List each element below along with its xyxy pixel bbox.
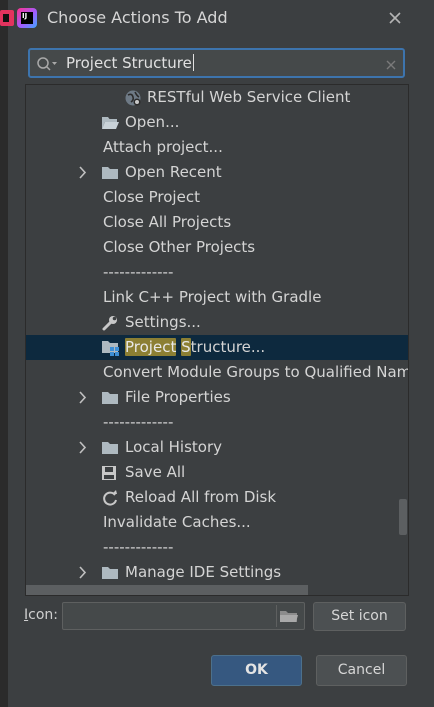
- tree-row-label: Convert Module Groups to Qualified Name: [103, 363, 409, 381]
- tree-row[interactable]: Open...: [26, 110, 408, 135]
- folder-open-icon: [101, 114, 119, 131]
- tree-row[interactable]: Invalidate Caches...: [26, 510, 408, 535]
- search-box[interactable]: Project Structure: [28, 48, 405, 78]
- tree-row-label: -------------: [103, 413, 174, 431]
- wrench-icon: [101, 314, 119, 331]
- tree-row[interactable]: Link C++ Project with Gradle: [26, 285, 408, 310]
- close-icon[interactable]: [385, 8, 405, 28]
- project-structure-icon: [101, 339, 119, 356]
- tree-row[interactable]: Attach project...: [26, 135, 408, 160]
- icon-label: Icon:: [24, 607, 58, 623]
- tree-row[interactable]: Project Structure...: [26, 335, 408, 360]
- tree-row[interactable]: Open Recent: [26, 160, 408, 185]
- tree-row-label: Manage IDE Settings: [125, 563, 282, 581]
- tree-row[interactable]: Close Other Projects: [26, 235, 408, 260]
- tree-row-label: Reload All from Disk: [125, 488, 277, 506]
- title-bar: IJ Choose Actions To Add: [0, 0, 434, 36]
- folder-icon: [101, 164, 119, 181]
- tree-row-label: Close Project: [103, 188, 200, 206]
- tree-row-label: Save All: [125, 463, 186, 481]
- choose-actions-dialog: IJ Choose Actions To Add Project Structu…: [0, 0, 434, 707]
- folder-icon: [101, 564, 119, 581]
- chevron-right-icon[interactable]: [78, 160, 90, 193]
- tree-row-label: Close All Projects: [103, 213, 232, 231]
- search-query: Project Structure: [66, 54, 192, 72]
- tree-row[interactable]: RESTful Web Service Client: [26, 85, 408, 110]
- tree-row-label: File Properties: [125, 388, 231, 406]
- tree-row-label: Local History: [125, 438, 223, 456]
- tree-row[interactable]: -------------: [26, 260, 408, 285]
- icon-label-rest: con:: [28, 607, 58, 623]
- field-separator: [276, 605, 277, 627]
- icon-path-field[interactable]: [62, 602, 305, 630]
- tree-row[interactable]: -------------: [26, 535, 408, 560]
- background-window-edge: [0, 0, 8, 707]
- ok-button[interactable]: OK: [211, 655, 302, 686]
- save-icon: [101, 464, 119, 481]
- tree-row-label: -------------: [103, 263, 174, 281]
- clear-search-icon[interactable]: [384, 57, 398, 71]
- tree-row-label: Link C++ Project with Gradle: [103, 288, 322, 306]
- tree-row-label: RESTful Web Service Client: [147, 88, 351, 106]
- actions-tree[interactable]: New Projects SettingsManage IDE Settings…: [25, 84, 409, 596]
- chevron-right-icon[interactable]: [78, 385, 90, 418]
- tree-row-label: Close Other Projects: [103, 238, 256, 256]
- set-icon-button[interactable]: Set icon: [313, 602, 406, 631]
- folder-icon: [101, 439, 119, 456]
- vertical-scrollbar[interactable]: [399, 499, 407, 535]
- tree-row[interactable]: Close All Projects: [26, 210, 408, 235]
- tree-row-label: Open...: [125, 113, 180, 131]
- search-input[interactable]: Project Structure: [66, 54, 366, 72]
- tree-row-label: Attach project...: [103, 138, 223, 156]
- intellij-logo-icon: IJ: [17, 8, 37, 28]
- browse-folder-icon[interactable]: [279, 607, 299, 625]
- tree-row-label: -------------: [103, 538, 174, 556]
- chevron-right-icon[interactable]: [78, 435, 90, 468]
- tree-row-label: Settings...: [125, 313, 201, 331]
- tree-row[interactable]: Reload All from Disk: [26, 485, 408, 510]
- tree-row[interactable]: Settings...: [26, 310, 408, 335]
- search-icon[interactable]: [36, 56, 58, 76]
- tree-row[interactable]: Manage IDE Settings: [26, 560, 408, 585]
- reload-icon: [101, 489, 119, 506]
- folder-icon: [101, 389, 119, 406]
- cancel-button[interactable]: Cancel: [316, 655, 407, 686]
- text-caret: [192, 54, 194, 71]
- tree-row-label: Open Recent: [125, 163, 222, 181]
- tree-row-label: Invalidate Caches...: [103, 513, 251, 531]
- dialog-title: Choose Actions To Add: [47, 8, 228, 27]
- tree-row[interactable]: Local History: [26, 435, 408, 460]
- tree-row[interactable]: Convert Module Groups to Qualified Name: [26, 360, 409, 385]
- horizontal-scrollbar[interactable]: [26, 585, 308, 595]
- globe-icon: [124, 89, 142, 106]
- tree-row[interactable]: File Properties: [26, 385, 408, 410]
- tree-row-label: Project Structure...: [125, 338, 266, 356]
